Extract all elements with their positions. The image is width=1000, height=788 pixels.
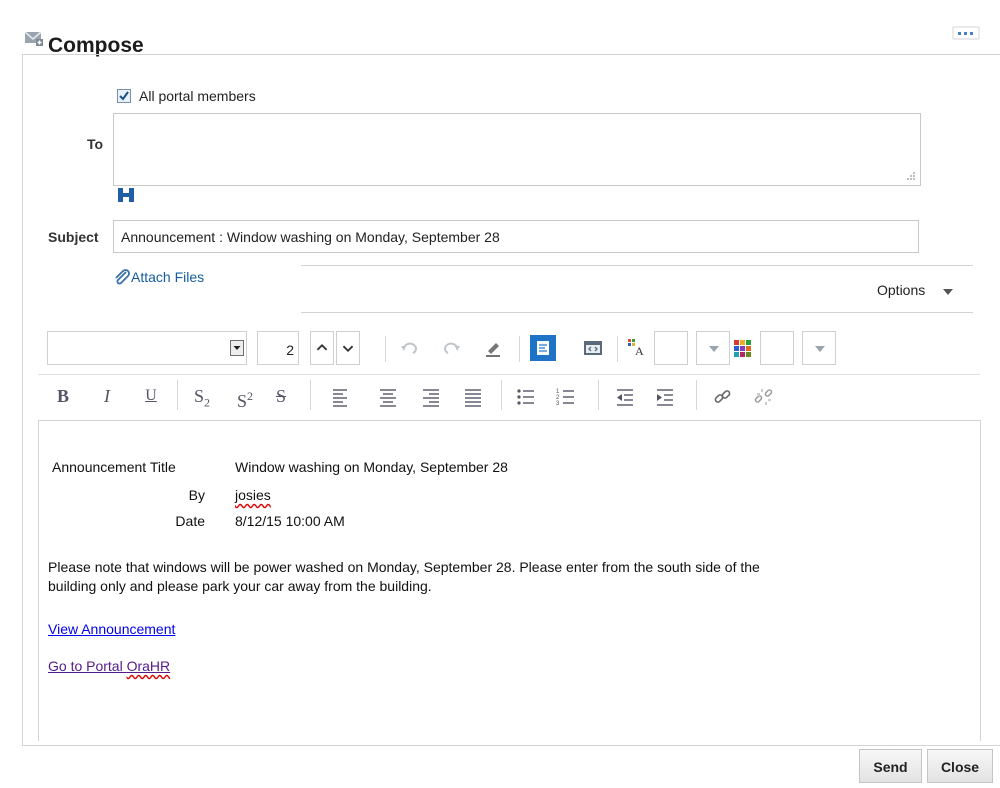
- text-color-icon[interactable]: A: [626, 336, 648, 358]
- toolbar-separator: [501, 380, 502, 410]
- text-color-swatch[interactable]: [654, 331, 688, 365]
- all-members-checkbox[interactable]: [117, 89, 131, 103]
- toolbar-separator: [385, 336, 386, 362]
- toolbar-separator: [519, 336, 520, 362]
- align-left-icon[interactable]: [330, 386, 352, 408]
- to-field[interactable]: [113, 113, 921, 186]
- svg-text:A: A: [635, 344, 644, 358]
- justify-icon[interactable]: [462, 386, 484, 408]
- body-paragraph-line-1: Please note that windows will be power w…: [48, 559, 760, 575]
- background-color-dropdown[interactable]: [802, 331, 836, 365]
- bullet-list-icon[interactable]: [515, 386, 537, 408]
- align-right-icon[interactable]: [420, 386, 442, 408]
- subscript-button[interactable]: S2: [187, 384, 217, 410]
- divider: [301, 312, 973, 313]
- toolbar-separator: [177, 380, 178, 410]
- subject-label: Subject: [48, 229, 99, 245]
- more-dots-icon[interactable]: [952, 26, 980, 40]
- font-size-up-icon[interactable]: [310, 331, 334, 365]
- message-editor[interactable]: Announcement Title Window washing on Mon…: [38, 420, 981, 741]
- rich-text-mode-button[interactable]: [530, 335, 556, 361]
- all-members-label: All portal members: [139, 88, 256, 104]
- remove-link-icon[interactable]: [753, 386, 775, 408]
- field-value-by: josies: [235, 487, 271, 503]
- text-color-dropdown[interactable]: [696, 331, 730, 365]
- toolbar-separator: [696, 380, 697, 410]
- background-color-swatch[interactable]: [760, 331, 794, 365]
- options-toggle[interactable]: Options: [877, 282, 925, 298]
- body-paragraph-line-2: building only and please park your car a…: [48, 578, 432, 594]
- attach-files-link[interactable]: Attach Files: [131, 269, 204, 285]
- chevron-down-icon[interactable]: [943, 289, 953, 295]
- field-value-title: Window washing on Monday, September 28: [235, 459, 508, 475]
- resize-handle-icon[interactable]: [902, 170, 916, 182]
- toolbar-separator: [617, 336, 618, 362]
- outdent-icon[interactable]: [614, 386, 636, 408]
- background-color-icon[interactable]: [732, 337, 754, 359]
- font-size-input[interactable]: 2: [257, 331, 299, 365]
- font-dropdown-icon[interactable]: [230, 340, 244, 356]
- send-button[interactable]: Send: [859, 749, 922, 783]
- superscript-button[interactable]: S2: [230, 384, 260, 411]
- divider: [301, 265, 973, 266]
- toolbar-divider: [38, 374, 980, 375]
- paperclip-icon[interactable]: [113, 268, 131, 286]
- strikethrough-button[interactable]: S: [270, 384, 292, 408]
- portal-link-prefix: Go to Portal: [48, 658, 127, 674]
- font-size-down-icon[interactable]: [336, 331, 360, 365]
- underline-button[interactable]: U: [140, 384, 162, 408]
- align-center-icon[interactable]: [377, 386, 399, 408]
- portal-link-name: OraHR: [126, 658, 171, 674]
- undo-icon[interactable]: [398, 337, 420, 359]
- font-family-select[interactable]: [47, 331, 247, 365]
- toolbar-separator: [598, 380, 599, 410]
- numbered-list-icon[interactable]: 123: [555, 386, 577, 408]
- toolbar-separator: [310, 380, 311, 410]
- people-picker-icon[interactable]: [116, 186, 136, 204]
- view-announcement-link[interactable]: View Announcement: [48, 621, 175, 637]
- close-button[interactable]: Close: [927, 749, 993, 783]
- bold-button[interactable]: B: [52, 384, 74, 408]
- insert-link-icon[interactable]: [712, 386, 734, 408]
- field-label-title: Announcement Title: [52, 459, 176, 475]
- field-label-date: Date: [175, 513, 205, 529]
- clear-format-icon[interactable]: [482, 337, 504, 359]
- go-to-portal-link[interactable]: Go to Portal OraHR: [48, 658, 170, 674]
- svg-text:3: 3: [556, 401, 560, 407]
- compose-mail-icon: [24, 31, 43, 46]
- redo-icon[interactable]: [441, 337, 463, 359]
- source-code-mode-icon[interactable]: [582, 337, 604, 359]
- indent-icon[interactable]: [654, 386, 676, 408]
- to-label: To: [87, 136, 104, 152]
- subject-input[interactable]: Announcement : Window washing on Monday,…: [113, 220, 919, 253]
- field-label-by: By: [188, 487, 205, 503]
- field-value-date: 8/12/15 10:00 AM: [235, 513, 345, 529]
- italic-button[interactable]: I: [96, 384, 118, 408]
